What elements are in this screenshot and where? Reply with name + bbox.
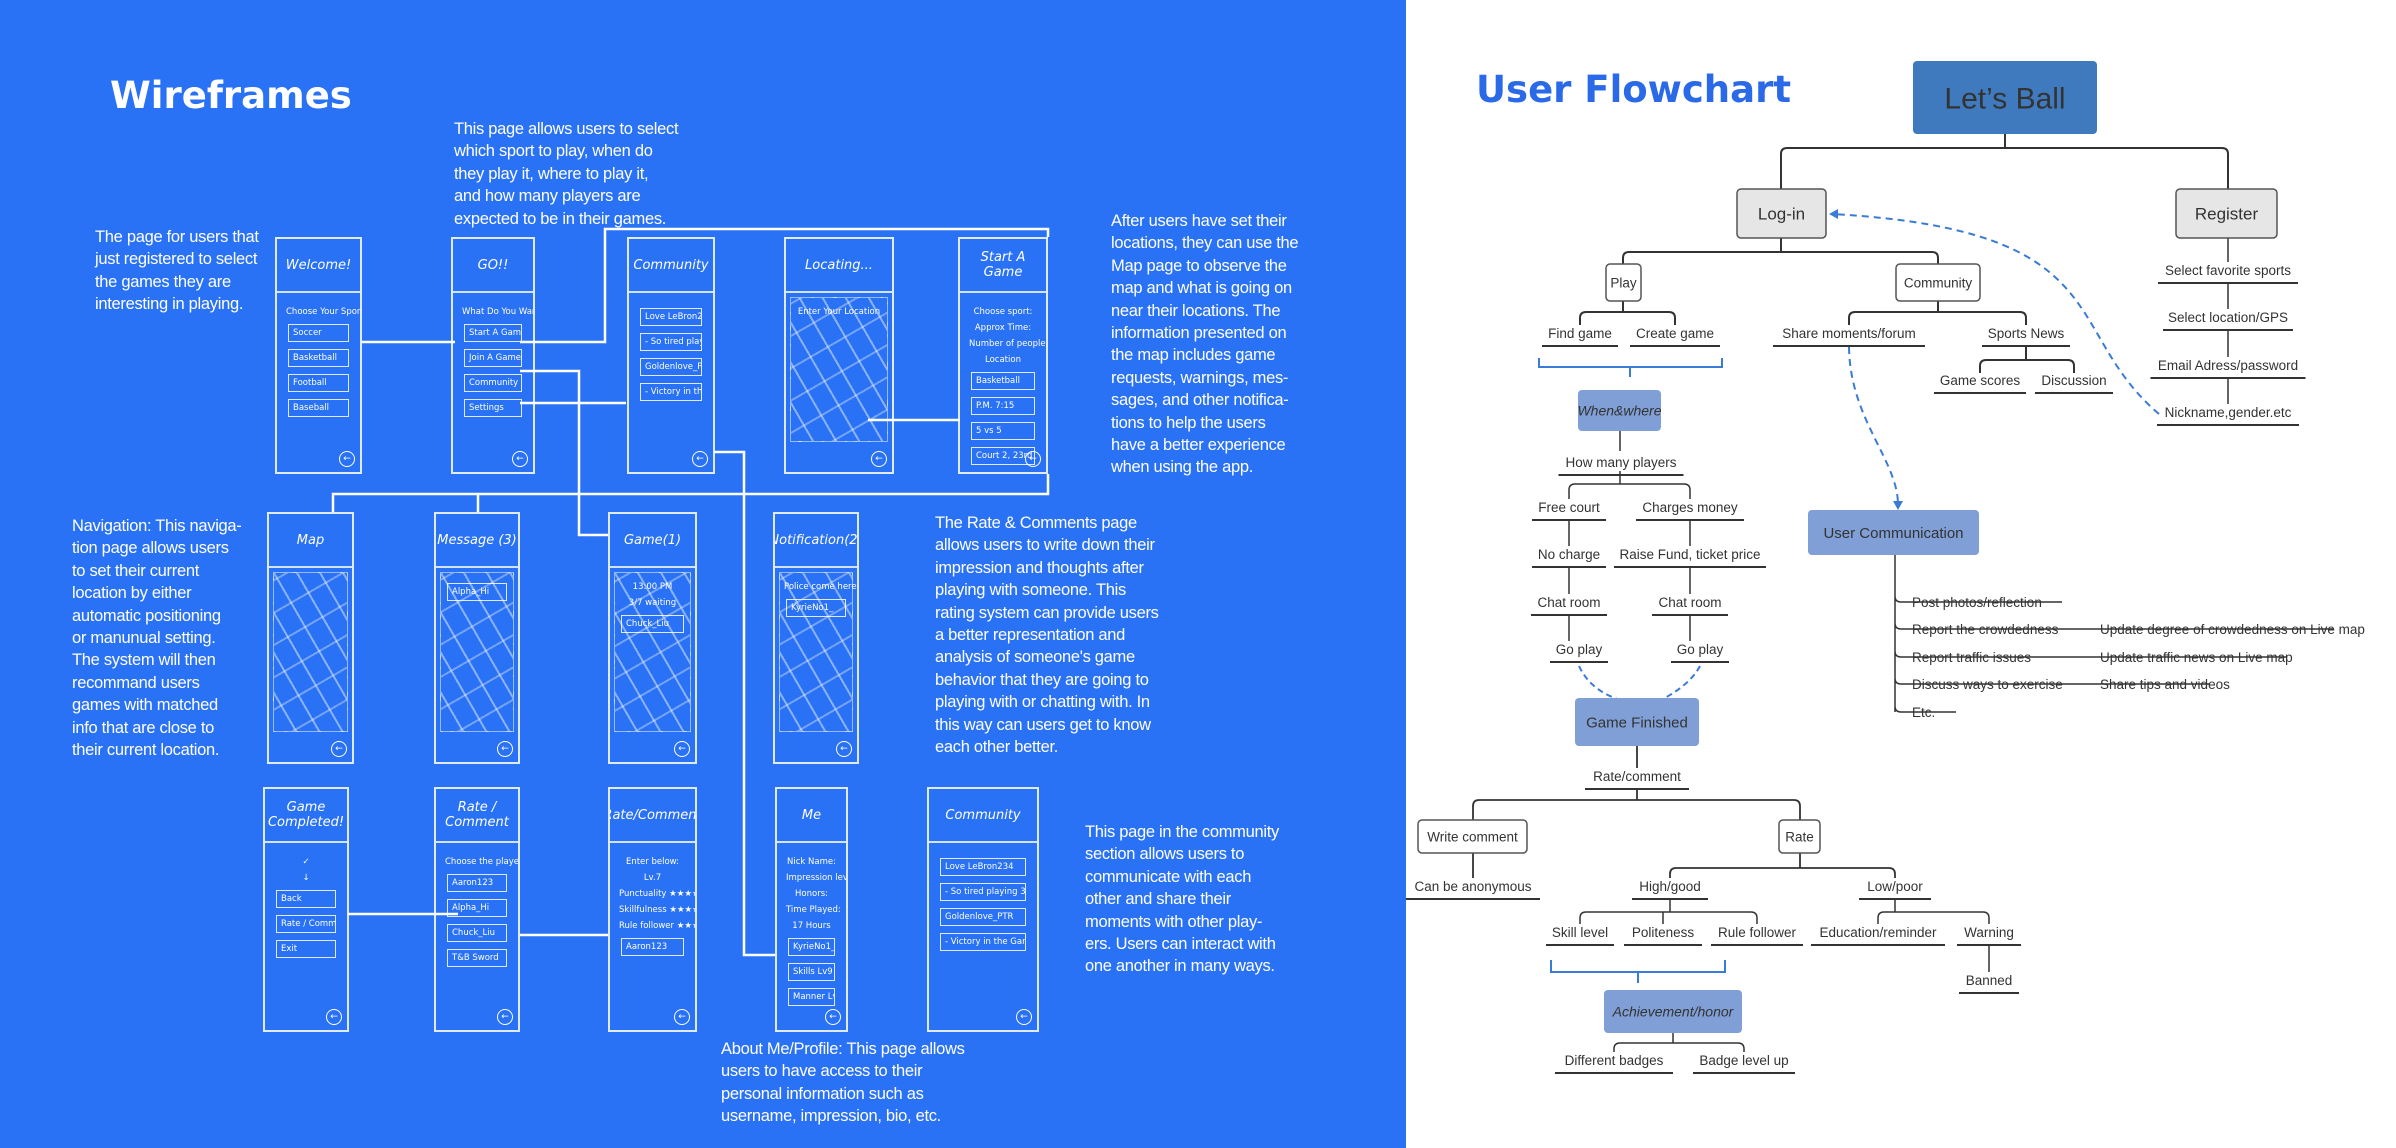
flow-label: Select location/GPS [2168,310,2288,325]
user-communication-node-label: User Communication [1823,525,1963,542]
connector-line [1622,238,1939,264]
flow-label: How many players [1565,455,1676,470]
flow-label: Banned [1966,973,2013,988]
flow-label: Charges money [1642,500,1738,515]
rate-node-label: Rate [1785,829,1814,844]
flow-label: Can be anonymous [1414,879,1531,894]
game-finished-node-label: Game Finished [1586,714,1688,731]
flow-label: Post photos/reflection [1912,595,2042,610]
connector-line [1613,1033,1745,1052]
flow-label: Game scores [1940,373,2021,388]
bracket [1538,358,1723,377]
flow-label: High/good [1639,879,1701,894]
flow-label: Email Adress/password [2158,358,2298,373]
flow-label: Nickname,gender.etc [2165,405,2292,420]
root-node-label: Let’s Ball [1944,82,2065,115]
connector-line [1579,301,1676,325]
flow-label: Etc. [1912,705,1935,720]
arrowhead-icon [1829,209,1838,219]
flow-label: Chat room [1658,595,1721,610]
bracket [1550,960,1726,983]
flow-label: Find game [1548,326,1612,341]
flow-label: Education/reminder [1819,925,1937,940]
when-where-node-label: When&where [1577,403,1661,419]
community-node-label: Community [1904,275,1973,290]
flow-label: Select favorite sports [2165,263,2291,278]
connector-line [1848,301,2027,325]
flow-label: Raise Fund, ticket price [1619,547,1760,562]
flow-label: Discuss ways to exercise [1912,677,2063,692]
flow-label: Report traffic issues [1912,650,2031,665]
connector-line [1979,347,2075,373]
flow-label: Go play [1556,642,1603,657]
connector-line [1780,134,2229,189]
user-flowchart: Let’s Ball Log-in Register Play Community Whe… [1406,61,2365,1074]
flow-label: Different badges [1565,1053,1664,1068]
flow-label: Create game [1636,326,1714,341]
flow-label: Share moments/forum [1782,326,1916,341]
flow-label: Discussion [2041,373,2106,388]
flow-label: Warning [1964,925,2014,940]
flow-label: Rule follower [1718,925,1797,940]
flow-label: Share tips and videos [2100,677,2230,692]
login-node-label: Log-in [1758,205,1805,224]
flow-label: Update traffic news on Live map [2100,650,2293,665]
flow-label: Sports News [1988,326,2065,341]
flow-label: Chat room [1537,595,1600,610]
flow-label: Badge level up [1699,1053,1788,1068]
dashed-arrow [1578,665,1701,701]
flow-label: Report the crowdedness [1912,622,2059,637]
arrowhead-icon [1893,501,1903,510]
connector-line [1472,853,1896,878]
flow-label: No charge [1538,547,1600,562]
flow-label: Skill level [1552,925,1608,940]
write-comment-node-label: Write comment [1427,829,1518,844]
flow-label: Low/poor [1867,879,1923,894]
achievement-node-label: Achievement/honor [1612,1004,1735,1020]
connector-line [1568,520,1691,641]
play-node-label: Play [1610,275,1637,290]
flow-label: Politeness [1632,925,1695,940]
flow-label: Go play [1677,642,1724,657]
flow-label: Free court [1538,500,1600,515]
connector-line [1579,899,1758,924]
flow-label: Update degree of crowdedness on Live map [2100,622,2365,637]
flow-label: Rate/comment [1593,769,1681,784]
register-node-label: Register [2195,205,2259,224]
dashed-arrow [1848,346,1899,506]
